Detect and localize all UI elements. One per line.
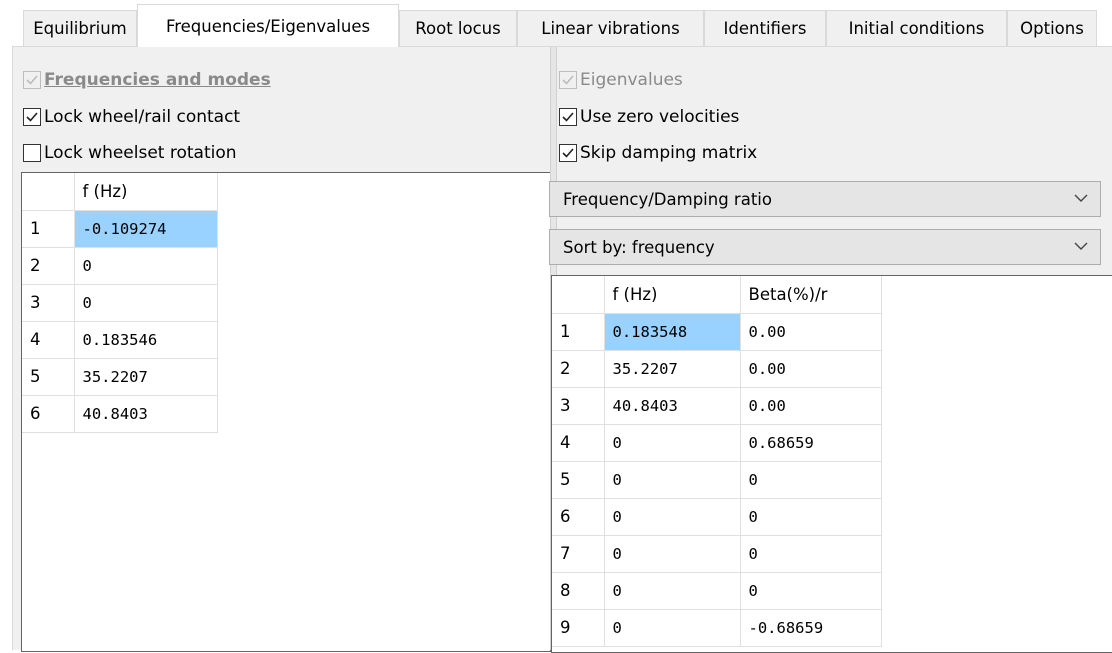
display-mode-value: Frequency/Damping ratio [563, 189, 772, 209]
row-index: 6 [552, 498, 605, 536]
beta-cell[interactable]: 0.00 [740, 313, 882, 351]
column-header-beta: Beta(%)/r [740, 276, 882, 314]
column-header-frequency: f (Hz) [74, 173, 218, 211]
skip-damping-matrix-label: Skip damping matrix [580, 143, 758, 163]
frequency-cell[interactable]: 0 [74, 284, 218, 322]
beta-cell[interactable]: -0.68659 [740, 609, 882, 647]
row-index-header [22, 173, 75, 211]
table-row[interactable]: 2 0 [22, 247, 218, 285]
table-row[interactable]: 5 0 0 [552, 461, 882, 499]
row-index: 4 [22, 321, 75, 359]
row-index: 2 [552, 350, 605, 388]
beta-cell[interactable]: 0 [740, 572, 882, 610]
frequency-cell[interactable]: 35.2207 [74, 358, 218, 396]
tab-content-panel: Frequencies and modes Lock wheel/rail co… [12, 46, 1112, 653]
table-row[interactable]: 9 0 -0.68659 [552, 609, 882, 647]
column-header-frequency: f (Hz) [604, 276, 741, 314]
frequency-cell[interactable]: 40.8403 [74, 395, 218, 433]
row-index: 1 [552, 313, 605, 351]
row-index: 3 [22, 284, 75, 322]
row-index: 7 [552, 535, 605, 573]
eigenvalues-checkbox[interactable]: Eigenvalues [559, 67, 683, 93]
sort-by-dropdown[interactable]: Sort by: frequency [549, 229, 1101, 265]
beta-cell[interactable]: 0.00 [740, 387, 882, 425]
checkbox-checked-icon [559, 71, 577, 89]
frequency-cell[interactable]: 0 [74, 247, 218, 285]
frequency-cell[interactable]: -0.109274 [74, 210, 218, 248]
chevron-down-icon [1074, 194, 1088, 202]
frequency-cell[interactable]: 0.183546 [74, 321, 218, 359]
row-index-header [552, 276, 605, 314]
frequency-cell[interactable]: 0 [604, 535, 741, 573]
frequencies-grid[interactable]: f (Hz) 1 -0.109274 2 0 3 0 4 0.183546 5 … [21, 172, 551, 652]
tab-identifiers[interactable]: Identifiers [704, 10, 826, 46]
display-mode-dropdown[interactable]: Frequency/Damping ratio [549, 181, 1101, 217]
table-row[interactable]: 6 40.8403 [22, 395, 218, 433]
tab-root-locus[interactable]: Root locus [399, 10, 517, 46]
checkbox-unchecked-icon [23, 144, 41, 162]
frequencies-modes-checkbox[interactable]: Frequencies and modes [23, 67, 271, 93]
row-index: 4 [552, 424, 605, 462]
frequencies-modes-label: Frequencies and modes [44, 70, 271, 90]
beta-cell[interactable]: 0 [740, 535, 882, 573]
tab-initial-conditions[interactable]: Initial conditions [826, 10, 1007, 46]
tab-options[interactable]: Options [1007, 10, 1097, 46]
table-row[interactable]: 4 0 0.68659 [552, 424, 882, 462]
table-row[interactable]: 3 0 [22, 284, 218, 322]
table-header-row: f (Hz) [22, 173, 218, 211]
table-row[interactable]: 1 -0.109274 [22, 210, 218, 248]
row-index: 2 [22, 247, 75, 285]
eigenvalues-label: Eigenvalues [580, 70, 683, 90]
frequency-cell[interactable]: 35.2207 [604, 350, 741, 388]
tab-linear-vibrations[interactable]: Linear vibrations [517, 10, 704, 46]
table-row[interactable]: 6 0 0 [552, 498, 882, 536]
sort-by-value: Sort by: frequency [563, 237, 715, 257]
checkbox-checked-icon [559, 108, 577, 126]
eigenvalues-grid[interactable]: f (Hz) Beta(%)/r 1 0.183548 0.00 2 35.22… [551, 275, 1112, 653]
table-row[interactable]: 4 0.183546 [22, 321, 218, 359]
table-row[interactable]: 5 35.2207 [22, 358, 218, 396]
table-row[interactable]: 2 35.2207 0.00 [552, 350, 882, 388]
lock-wheelset-rotation-checkbox[interactable]: Lock wheelset rotation [23, 140, 237, 166]
row-index: 6 [22, 395, 75, 433]
frequency-cell[interactable]: 0.183548 [604, 313, 741, 351]
chevron-down-icon [1074, 242, 1088, 250]
checkbox-checked-icon [23, 108, 41, 126]
table-row[interactable]: 3 40.8403 0.00 [552, 387, 882, 425]
frequency-cell[interactable]: 0 [604, 424, 741, 462]
table-row[interactable]: 8 0 0 [552, 572, 882, 610]
row-index: 8 [552, 572, 605, 610]
beta-cell[interactable]: 0.00 [740, 350, 882, 388]
use-zero-velocities-label: Use zero velocities [580, 107, 740, 127]
beta-cell[interactable]: 0.68659 [740, 424, 882, 462]
frequency-cell[interactable]: 0 [604, 461, 741, 499]
frequencies-table: f (Hz) 1 -0.109274 2 0 3 0 4 0.183546 5 … [22, 173, 218, 433]
frequency-cell[interactable]: 0 [604, 572, 741, 610]
row-index: 5 [22, 358, 75, 396]
tab-bar: Equilibrium Frequencies/Eigenvalues Root… [0, 0, 1112, 48]
beta-cell[interactable]: 0 [740, 461, 882, 499]
table-row[interactable]: 7 0 0 [552, 535, 882, 573]
lock-wheel-rail-contact-checkbox[interactable]: Lock wheel/rail contact [23, 104, 240, 130]
tab-frequencies-eigenvalues[interactable]: Frequencies/Eigenvalues [137, 4, 399, 47]
checkbox-checked-icon [559, 144, 577, 162]
skip-damping-matrix-checkbox[interactable]: Skip damping matrix [559, 140, 757, 166]
use-zero-velocities-checkbox[interactable]: Use zero velocities [559, 104, 739, 130]
lock-wheel-rail-contact-label: Lock wheel/rail contact [44, 107, 241, 127]
row-index: 3 [552, 387, 605, 425]
row-index: 9 [552, 609, 605, 647]
eigenvalues-table: f (Hz) Beta(%)/r 1 0.183548 0.00 2 35.22… [552, 276, 882, 647]
row-index: 5 [552, 461, 605, 499]
table-header-row: f (Hz) Beta(%)/r [552, 276, 882, 314]
lock-wheelset-rotation-label: Lock wheelset rotation [44, 143, 237, 163]
tab-equilibrium[interactable]: Equilibrium [23, 10, 137, 46]
frequency-cell[interactable]: 0 [604, 609, 741, 647]
frequency-cell[interactable]: 0 [604, 498, 741, 536]
row-index: 1 [22, 210, 75, 248]
table-row[interactable]: 1 0.183548 0.00 [552, 313, 882, 351]
beta-cell[interactable]: 0 [740, 498, 882, 536]
frequency-cell[interactable]: 40.8403 [604, 387, 741, 425]
checkbox-checked-icon [23, 71, 41, 89]
